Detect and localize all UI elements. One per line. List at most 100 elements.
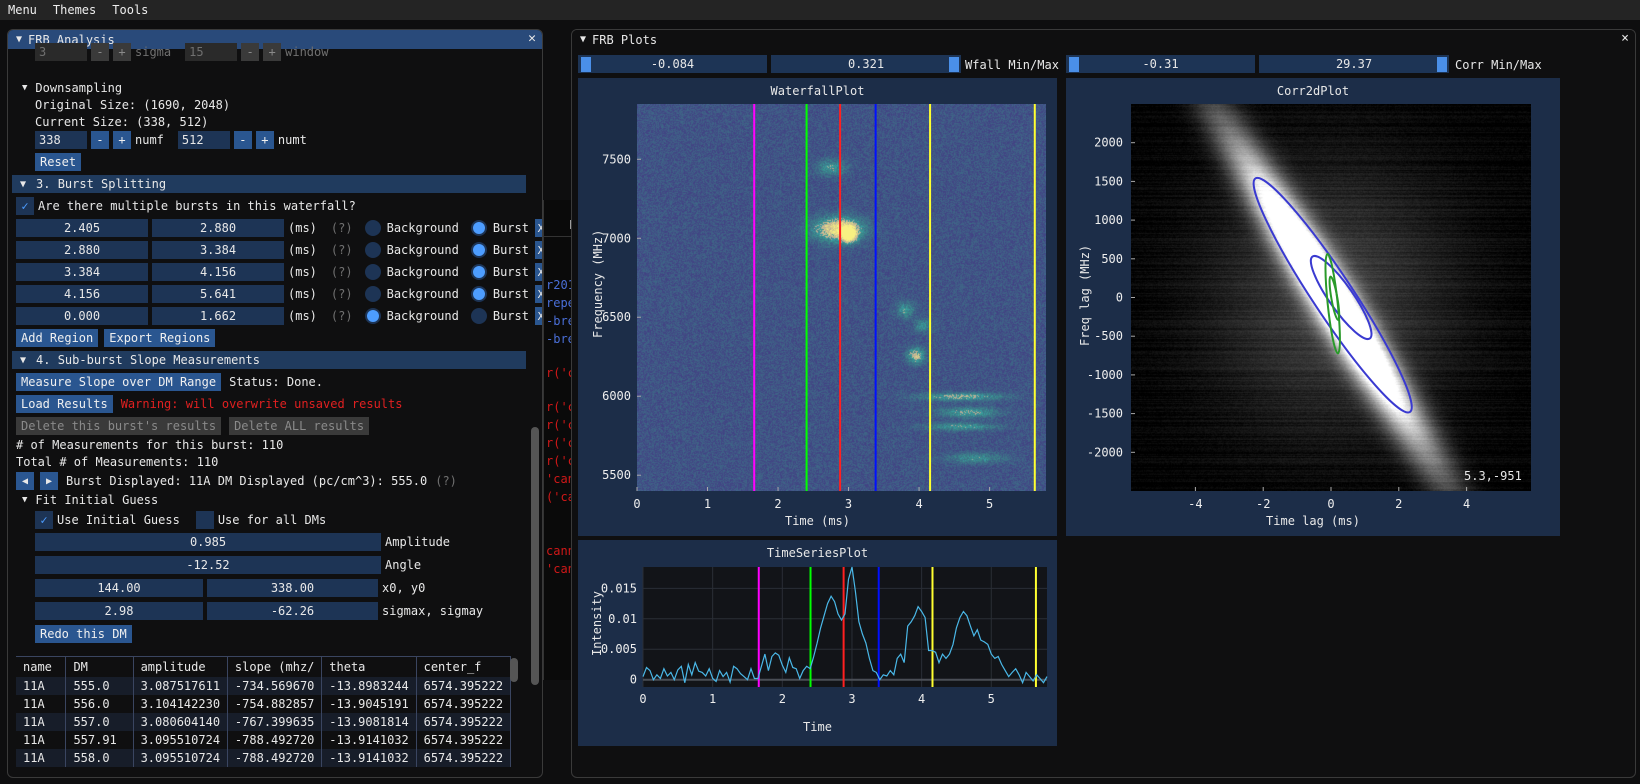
column-header[interactable]: DM [65,656,134,677]
menu-item-menu[interactable]: Menu [8,3,37,17]
wfall-min-slider[interactable]: -0.084 [578,55,767,73]
plots-title-bar[interactable]: ▼ FRB Plots × [572,30,1635,49]
menu-item-tools[interactable]: Tools [112,3,148,17]
column-header[interactable]: center_f [416,656,512,677]
region-end-input[interactable]: 4.156 [152,263,284,281]
help-icon[interactable]: (?) [331,221,353,235]
region-end-input[interactable]: 2.880 [152,219,284,237]
help-icon[interactable]: (?) [435,474,457,488]
timeseries-svg[interactable]: 0 1 2 3 4 5 0 0.005 0.01 0.015 [578,540,1057,746]
wfall-max-handle[interactable] [949,57,959,72]
region-start-input[interactable]: 0.000 [16,307,148,325]
add-region-button[interactable]: Add Region [16,329,99,347]
region-start-input[interactable]: 2.405 [16,219,148,237]
table-row[interactable]: 11A 556.0 3.104142230 -754.882857 -13.904519… [16,694,512,713]
region-start-input[interactable]: 4.156 [16,285,148,303]
region-end-input[interactable]: 1.662 [152,307,284,325]
numf-plus-button[interactable]: + [113,131,131,149]
column-header[interactable]: name [16,656,67,677]
corr-max-handle[interactable] [1437,57,1447,72]
angle-input[interactable]: -12.52 [35,556,381,574]
y0-input[interactable]: 338.00 [207,579,378,597]
remove-region-button[interactable]: X [534,285,542,303]
fit-guess-header[interactable]: ▼ Fit Initial Guess [22,491,158,509]
column-header[interactable]: theta [321,656,417,677]
delete-all-results-button[interactable]: Delete ALL results [229,417,370,435]
background-radio[interactable] [364,242,381,258]
amplitude-row: 0.985 Amplitude [35,533,450,551]
window-plus-button[interactable]: + [263,43,282,61]
burst-radio[interactable] [470,308,487,324]
burst-radio[interactable] [470,220,487,236]
help-icon[interactable]: (?) [331,287,353,301]
numf-minus-button[interactable]: - [91,131,109,149]
table-row[interactable]: 11A 557.91 3.095510724 -788.492720 -13.91410… [16,730,512,749]
remove-region-button[interactable]: X [534,241,542,259]
table-row[interactable]: 11A 557.0 3.080604140 -767.399635 -13.908181… [16,712,512,731]
numt-minus-button[interactable]: - [233,131,252,149]
background-radio[interactable] [364,220,381,236]
close-icon[interactable]: ✕ [528,31,536,46]
numt-input[interactable]: 512 [177,131,230,149]
burst-radio[interactable] [470,264,487,280]
previous-arrow-icon[interactable]: ◀ [16,472,34,490]
multiple-bursts-checkbox[interactable]: ✓ [16,197,34,215]
background-radio[interactable] [364,308,381,324]
unit-label: (ms) [288,265,317,279]
sigmay-input[interactable]: -62.26 [207,602,378,620]
background-radio[interactable] [364,264,381,280]
background-radio[interactable] [364,286,381,302]
menu-item-themes[interactable]: Themes [53,3,96,17]
denoise-row: 3 - + sigma 15 - + window [35,43,328,61]
region-start-input[interactable]: 3.384 [16,263,148,281]
table-scrollbar[interactable] [510,658,518,682]
sigma-plus-button[interactable]: + [113,43,131,61]
column-header[interactable]: slope (mhz/ [227,656,323,677]
numf-input[interactable]: 338 [35,131,87,149]
slope-measurements-header[interactable]: ▼ 4. Sub-burst Slope Measurements [12,351,526,369]
region-end-input[interactable]: 3.384 [152,241,284,259]
wfall-max-slider[interactable]: 0.321 [771,55,961,73]
wfall-min-handle[interactable] [581,57,591,72]
use-initial-guess-checkbox[interactable]: ✓ [35,511,53,529]
window-minus-button[interactable]: - [241,43,260,61]
burst-splitting-header[interactable]: ▼ 3. Burst Splitting [12,175,526,193]
window-scrollbar[interactable] [531,427,539,685]
amplitude-input[interactable]: 0.985 [35,533,381,551]
use-all-dms-checkbox[interactable] [195,511,214,529]
sigma-minus-button[interactable]: - [91,43,109,61]
delete-row: Delete this burst's results Delete ALL r… [16,417,370,435]
load-results-button[interactable]: Load Results [16,395,113,413]
remove-region-button[interactable]: X [534,263,542,281]
help-icon[interactable]: (?) [331,265,353,279]
region-end-input[interactable]: 5.641 [152,285,284,303]
remove-region-button[interactable]: X [534,307,542,325]
table-row[interactable]: 11A 555.0 3.087517611 -734.569670 -13.898324… [16,676,512,695]
close-icon[interactable]: × [1621,31,1629,46]
window-input[interactable]: 15 [185,43,238,61]
numt-plus-button[interactable]: + [255,131,274,149]
region-start-input[interactable]: 2.880 [16,241,148,259]
table-row[interactable]: 11A 558.0 3.095510724 -788.492720 -13.914103… [16,748,512,767]
corr-min-slider[interactable]: -0.31 [1066,55,1255,73]
help-icon[interactable]: (?) [331,243,353,257]
x0-input[interactable]: 144.00 [35,579,203,597]
measure-slope-button[interactable]: Measure Slope over DM Range [16,373,222,391]
remove-region-button[interactable]: X [534,219,542,237]
burst-radio[interactable] [470,286,487,302]
next-arrow-icon[interactable]: ▶ [40,472,58,490]
corr-max-slider[interactable]: 29.37 [1259,55,1449,73]
collapse-triangle-icon[interactable]: ▼ [16,34,22,45]
delete-burst-results-button[interactable]: Delete this burst's results [16,417,222,435]
sigma-input[interactable]: 3 [35,43,87,61]
column-header[interactable]: amplitude [133,656,228,677]
reset-button[interactable]: Reset [35,153,82,171]
collapse-triangle-icon[interactable]: ▼ [580,34,586,45]
help-icon[interactable]: (?) [331,309,353,323]
sigmax-input[interactable]: 2.98 [35,602,203,620]
export-regions-button[interactable]: Export Regions [104,329,216,347]
redo-dm-button[interactable]: Redo this DM [35,625,132,643]
burst-radio[interactable] [470,242,487,258]
corr-min-handle[interactable] [1069,57,1079,72]
downsampling-header[interactable]: ▼ Downsampling [22,79,122,97]
